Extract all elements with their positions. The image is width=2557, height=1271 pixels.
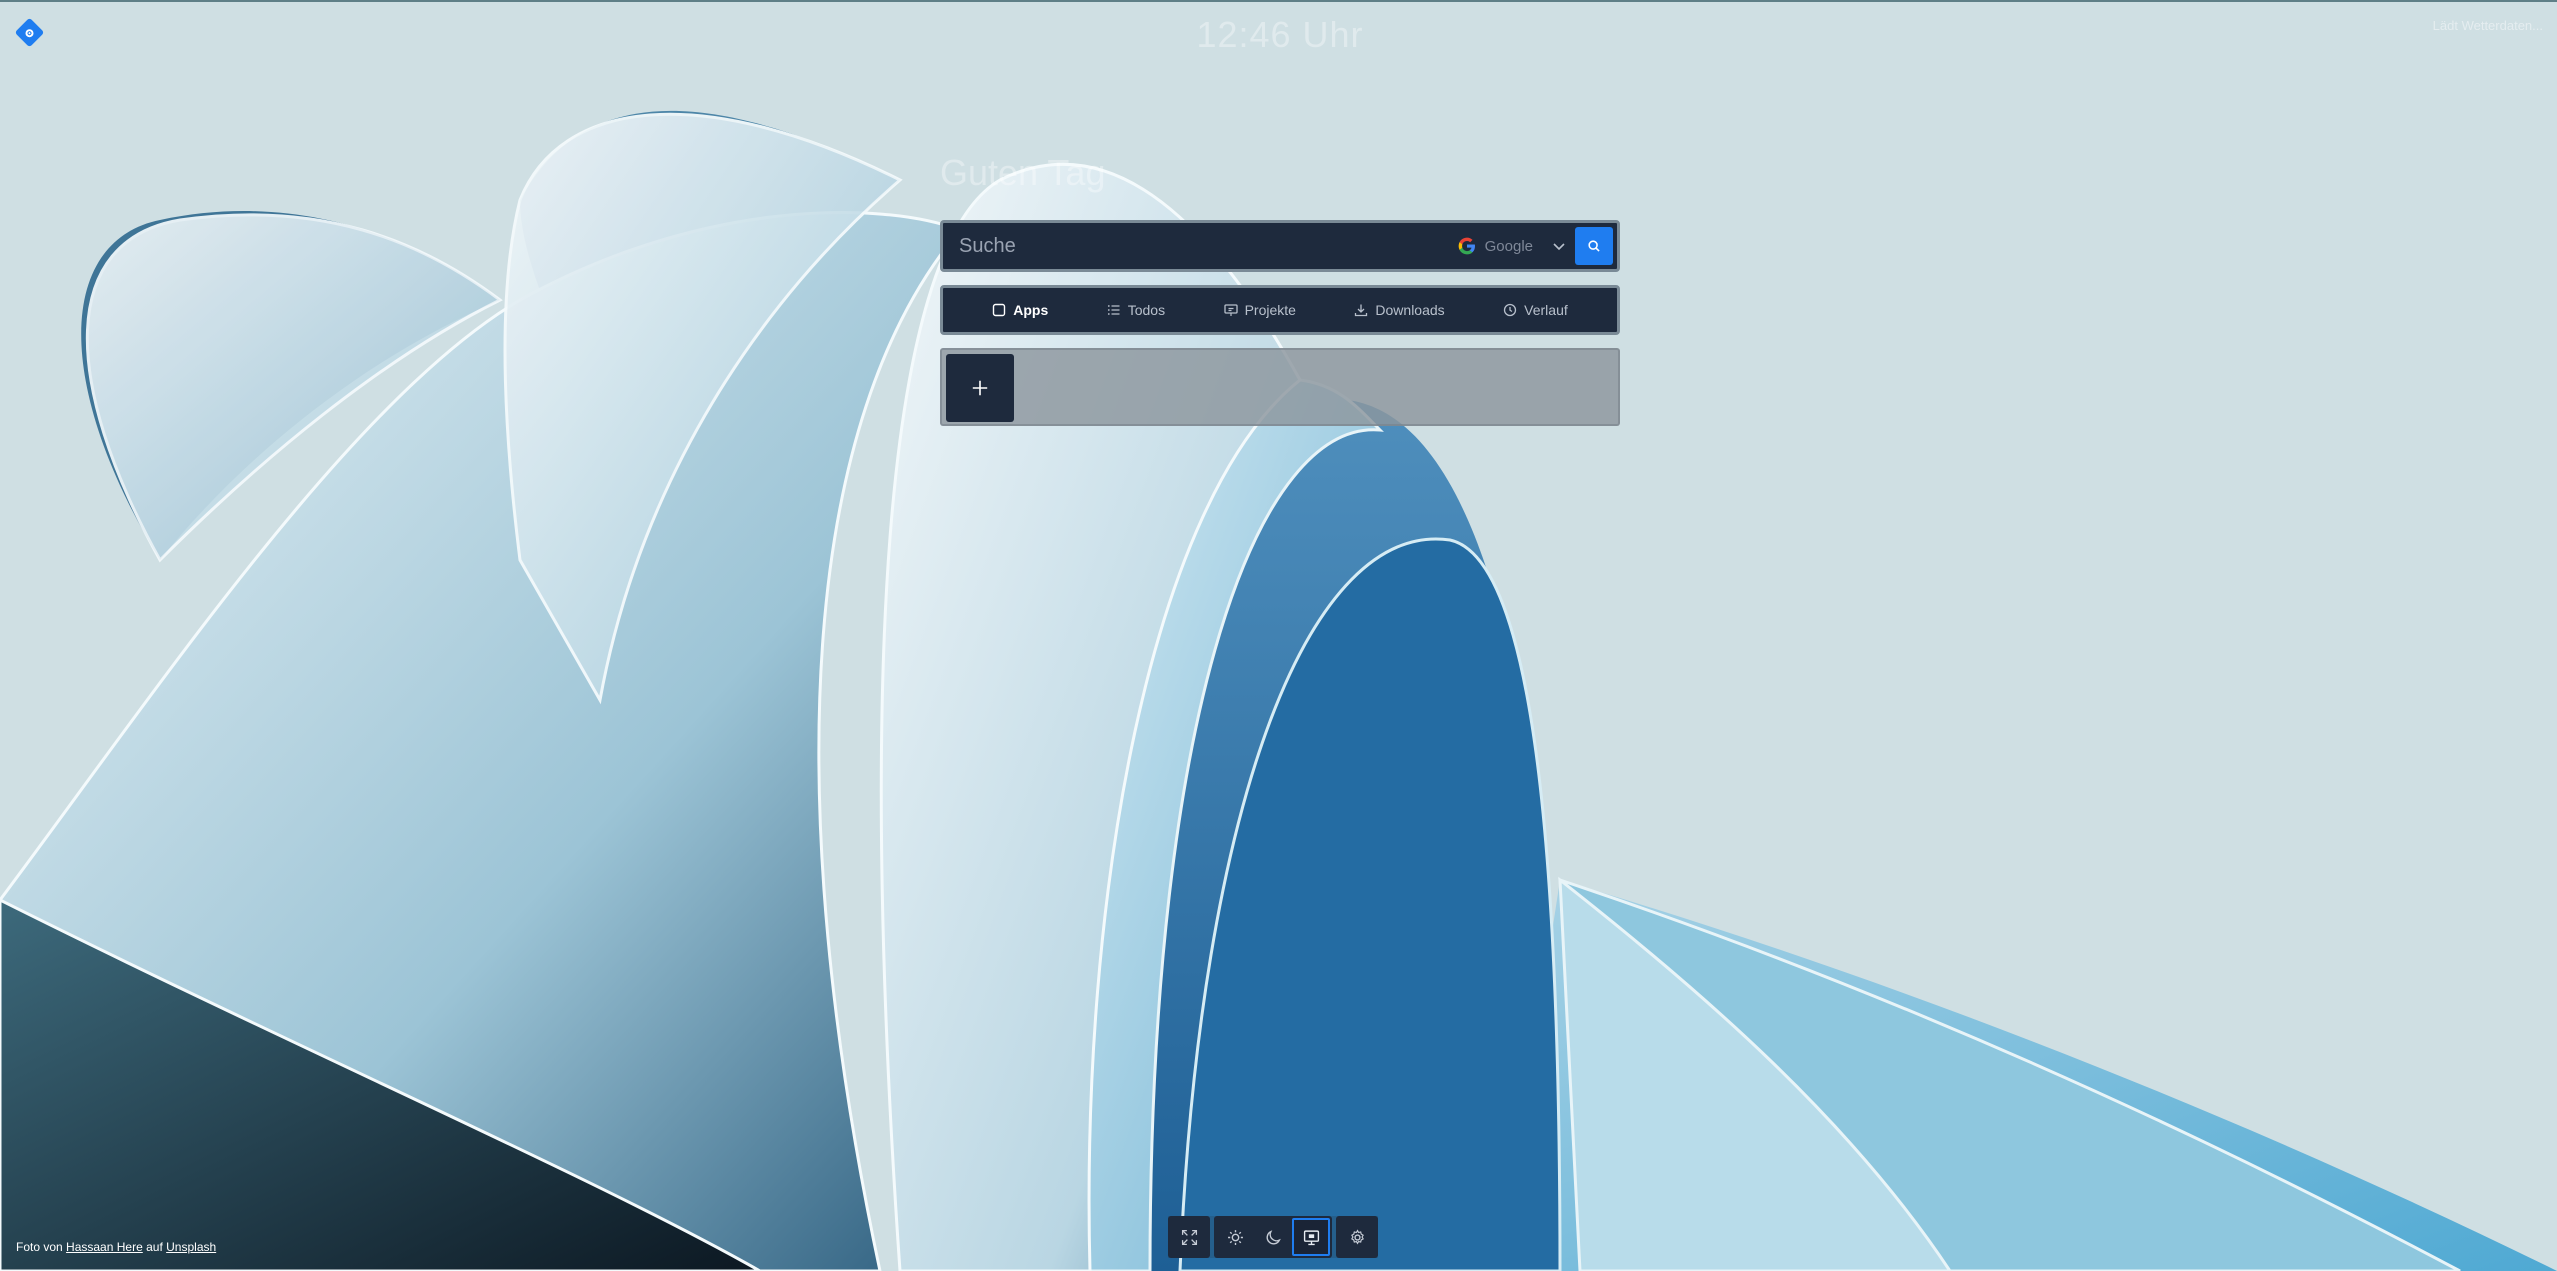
monitor-icon <box>1303 1229 1319 1245</box>
tab-projects[interactable]: Projekte <box>1214 296 1306 324</box>
tab-label: Downloads <box>1375 302 1445 318</box>
fullscreen-group <box>1168 1216 1210 1258</box>
plus-icon <box>972 380 988 396</box>
google-icon <box>1458 237 1475 255</box>
search-engine-label: Google <box>1484 237 1533 255</box>
weather-status: Lädt Wetterdaten... <box>2432 18 2543 33</box>
app-logo-icon[interactable] <box>14 17 44 47</box>
tab-todos[interactable]: Todos <box>1097 296 1175 324</box>
tab-label: Todos <box>1127 302 1166 318</box>
settings-button[interactable] <box>1338 1218 1376 1256</box>
bottom-toolbar <box>1168 1216 1378 1258</box>
photo-author-link[interactable]: Hassaan Here <box>66 1240 143 1254</box>
search-input[interactable] <box>943 222 1457 270</box>
fullscreen-button[interactable] <box>1170 1218 1208 1256</box>
photo-source-link[interactable]: Unsplash <box>166 1240 216 1254</box>
add-app-button[interactable] <box>946 354 1014 422</box>
top-border <box>0 0 2557 2</box>
gear-icon <box>1350 1228 1364 1244</box>
search-engine-select[interactable]: Google <box>1457 236 1567 256</box>
tab-downloads[interactable]: Downloads <box>1344 296 1454 324</box>
widget-tabs: Apps Todos Projekte Downloads Verlauf <box>940 285 1620 335</box>
tab-label: Apps <box>1013 302 1049 318</box>
moon-icon <box>1266 1229 1281 1244</box>
tab-label: Projekte <box>1244 302 1296 318</box>
sun-icon <box>1227 1229 1243 1245</box>
wallpaper-image <box>0 0 2557 1271</box>
square-icon <box>993 303 1006 317</box>
photo-credits: Foto von Hassaan Here auf Unsplash <box>16 1240 216 1254</box>
presentation-icon <box>1223 304 1238 316</box>
new-tab-page: 12:46 Uhr Lädt Wetterdaten... Guten Tag … <box>0 0 2557 1271</box>
clock: 12:46 Uhr <box>1196 14 1364 55</box>
credits-middle: auf <box>146 1240 163 1254</box>
settings-group <box>1336 1216 1378 1258</box>
tab-label: Verlauf <box>1524 302 1568 318</box>
chevron-down-icon <box>1553 243 1565 251</box>
apps-panel <box>940 348 1620 426</box>
list-icon <box>1107 305 1120 315</box>
tab-apps[interactable]: Apps <box>982 296 1058 324</box>
system-theme-button[interactable] <box>1292 1218 1330 1256</box>
greeting: Guten Tag <box>940 152 1106 193</box>
fullscreen-icon <box>1181 1229 1197 1245</box>
credits-prefix: Foto von <box>16 1240 63 1254</box>
history-icon <box>1504 303 1517 317</box>
tab-history[interactable]: Verlauf <box>1493 296 1578 324</box>
light-theme-button[interactable] <box>1216 1218 1254 1256</box>
search-button[interactable] <box>1575 227 1613 265</box>
download-icon <box>1355 304 1368 317</box>
dark-theme-button[interactable] <box>1254 1218 1292 1256</box>
theme-group <box>1214 1216 1332 1258</box>
search-icon <box>1588 240 1600 252</box>
search-bar: Google <box>940 220 1620 272</box>
